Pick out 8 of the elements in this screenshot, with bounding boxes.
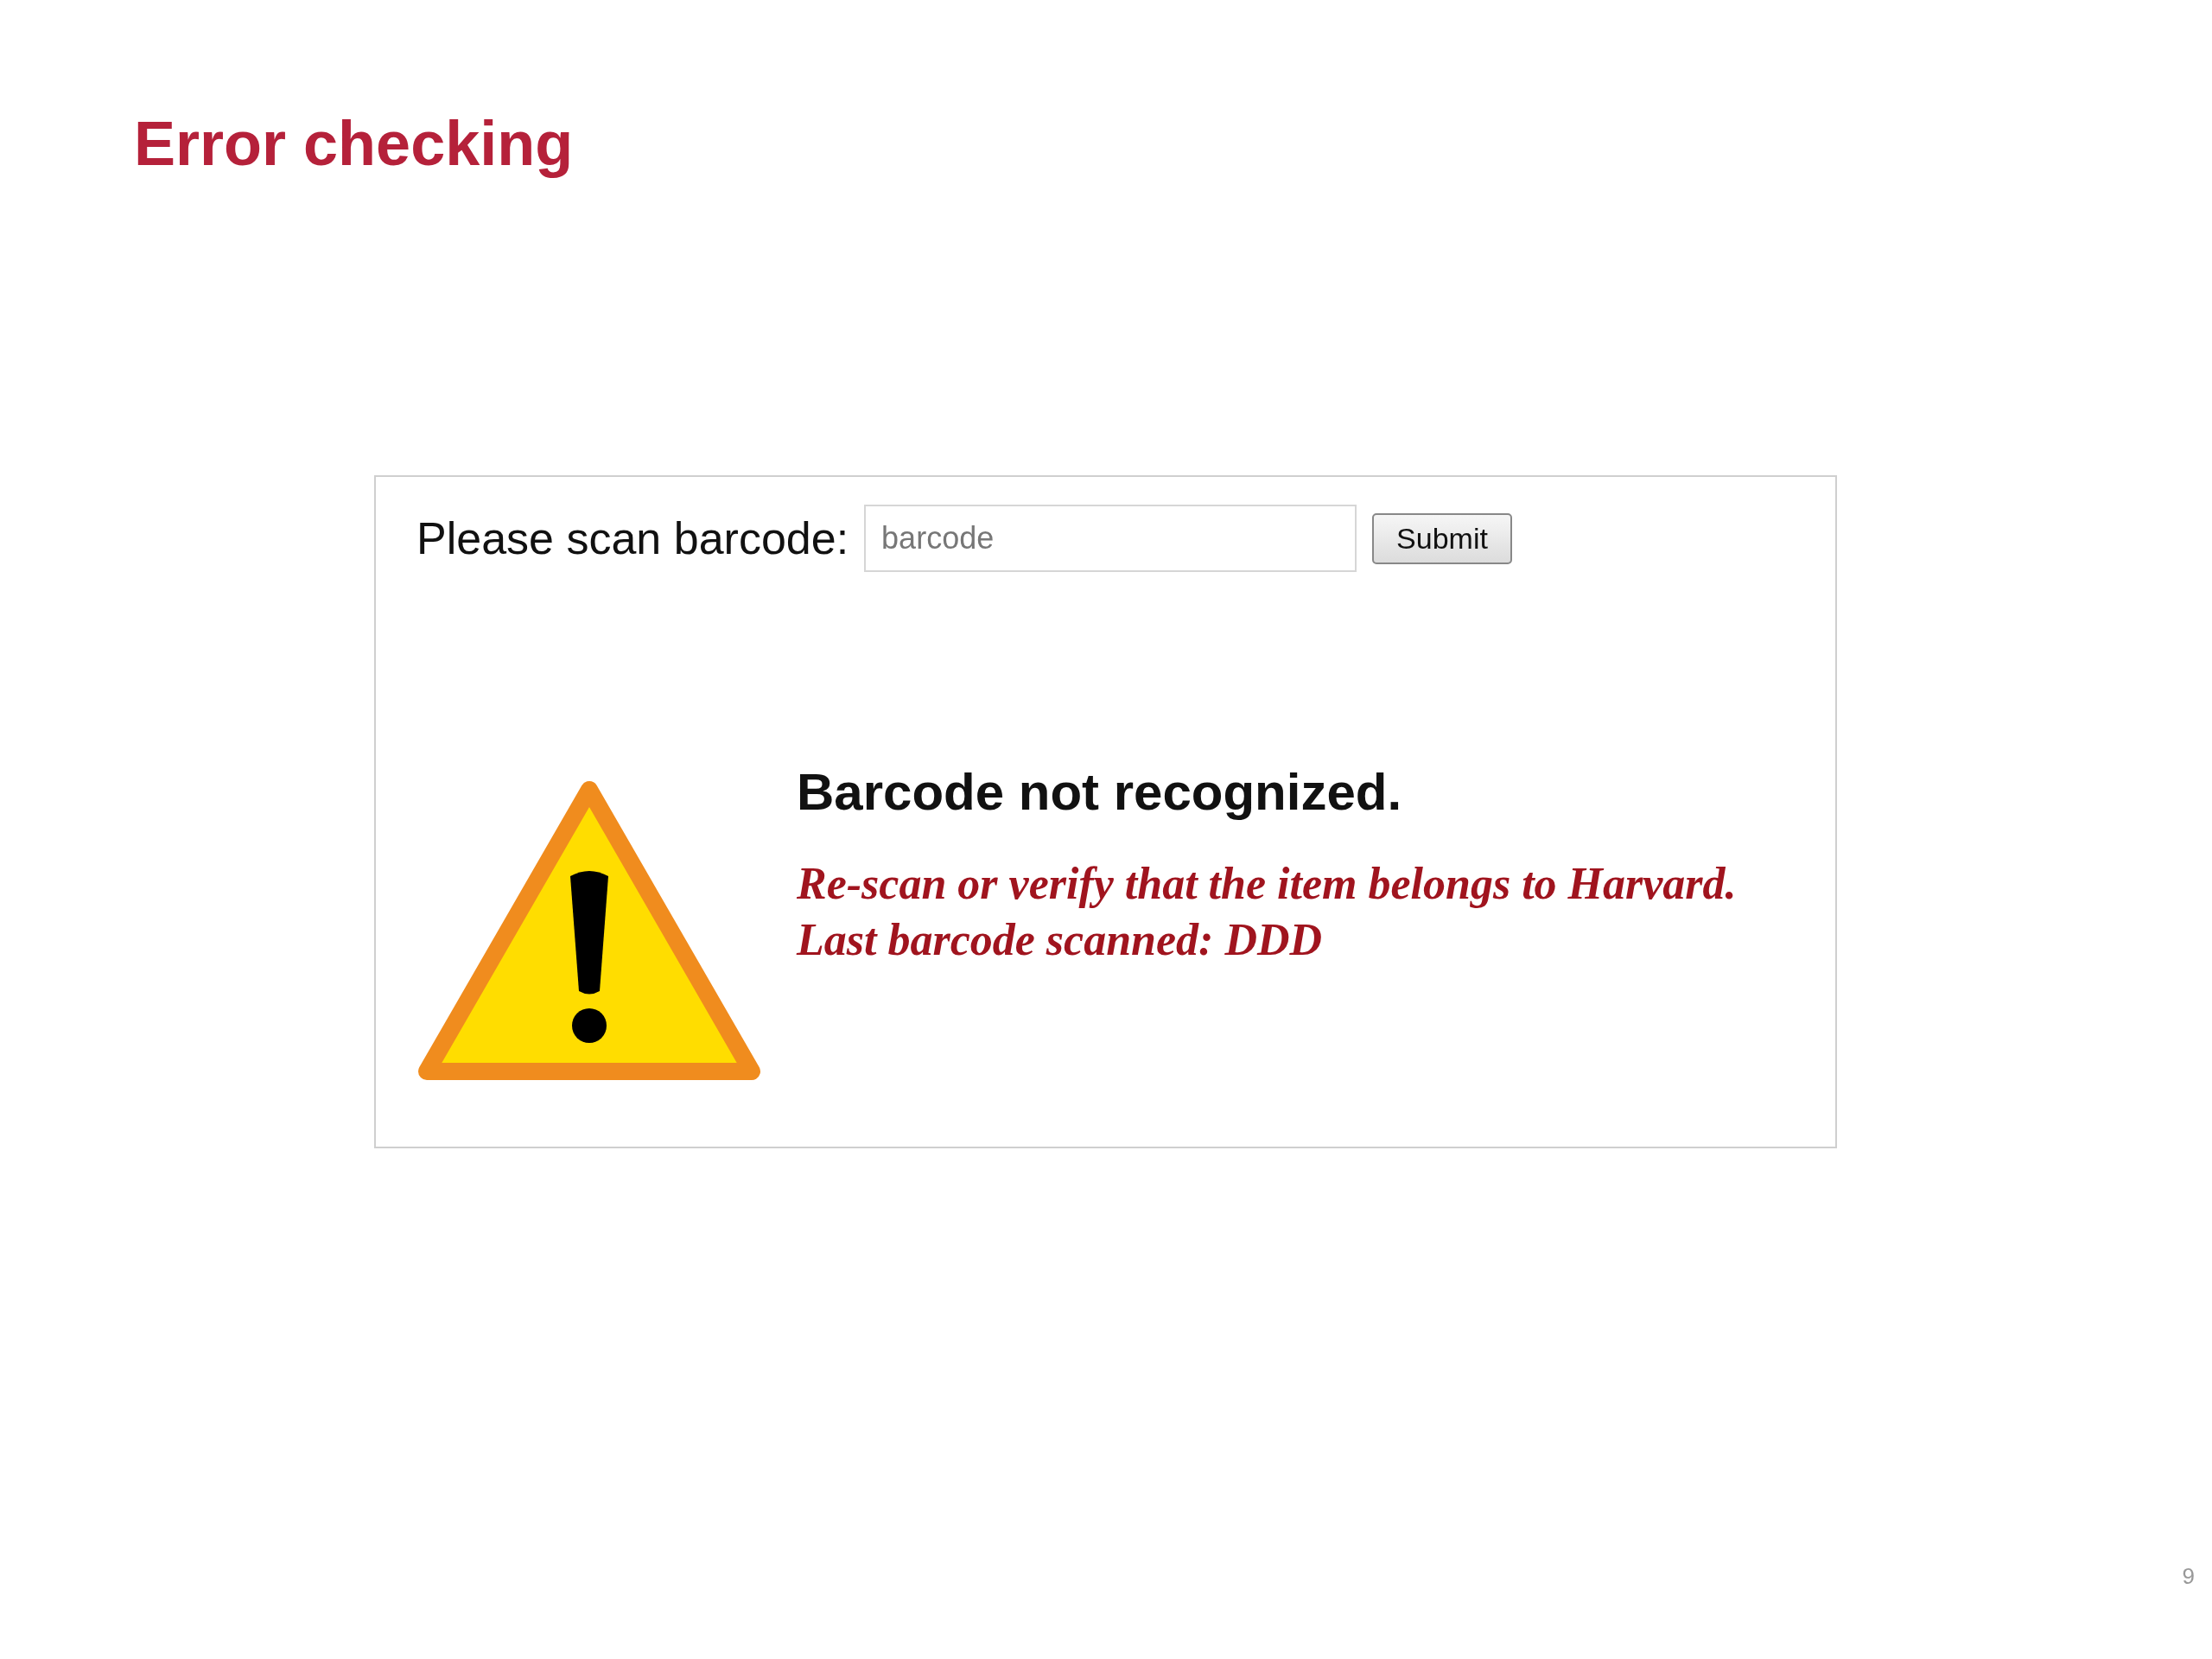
error-message: Re-scan or verify that the item belongs to Harvard.	[797, 858, 1737, 909]
submit-button[interactable]: Submit	[1372, 512, 1512, 564]
scan-label: Please scan barcode:	[416, 512, 849, 564]
error-message: Last barcode scanned: DDD	[797, 914, 1324, 965]
warning-icon	[416, 779, 762, 1082]
error-heading: Barcode not recognized.	[797, 762, 1403, 822]
barcode-field[interactable]: barcode	[864, 505, 1357, 572]
page-number: 9	[2182, 1563, 2195, 1590]
